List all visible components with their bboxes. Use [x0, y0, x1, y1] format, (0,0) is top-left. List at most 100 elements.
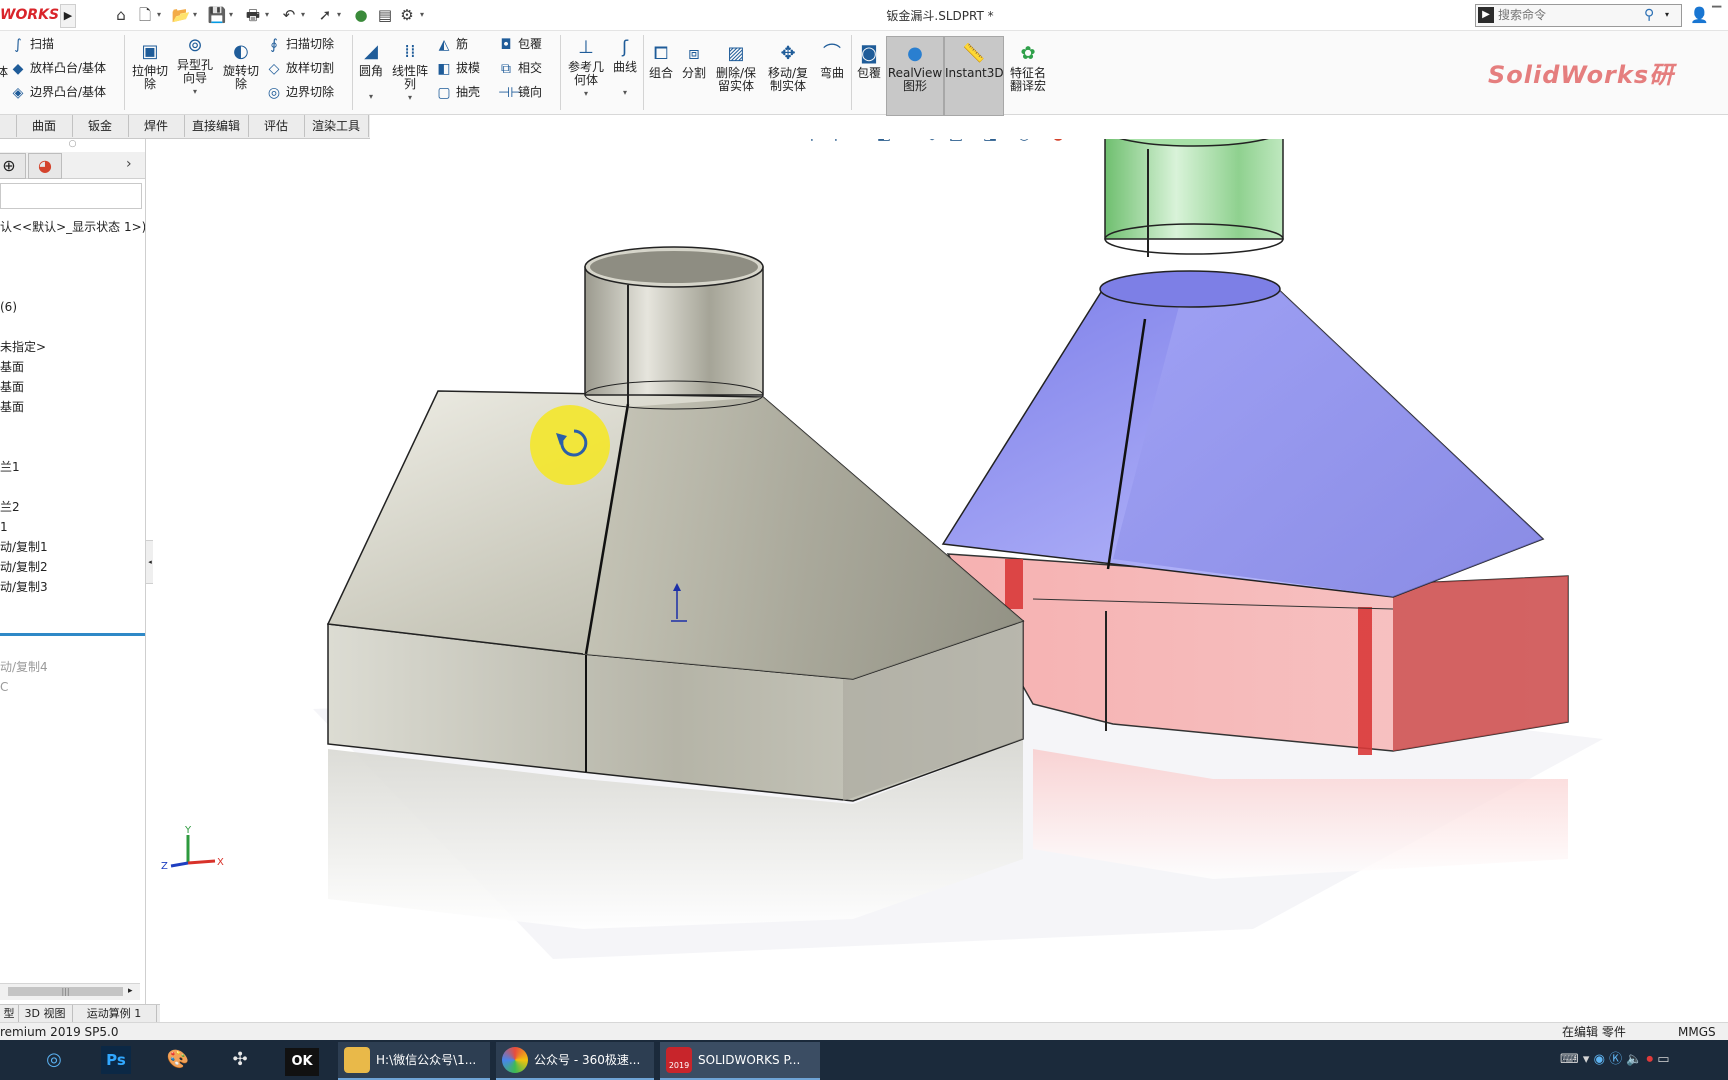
view-orientation-icon[interactable]: ⇡	[777, 139, 799, 145]
new-document-icon[interactable]: 🗋	[134, 5, 156, 25]
display-state-item[interactable]: 认<<默认>_显示状态 1>)	[0, 217, 145, 237]
tab-motion-study[interactable]: 运动算例 1	[72, 1005, 157, 1023]
panel-grip[interactable]: ○	[0, 139, 145, 151]
new-dropdown-icon[interactable]: ▾	[157, 8, 165, 22]
shell-button[interactable]: ▢ 抽壳	[436, 81, 480, 103]
edit-appearance-icon[interactable]: ◕	[1047, 139, 1069, 145]
volume-tray-icon[interactable]: 🔈	[1626, 1052, 1642, 1067]
undo-icon[interactable]: ↶	[278, 5, 300, 25]
boundary-boss-button[interactable]: ◈ 边界凸台/基体	[10, 81, 106, 103]
menu-expand-arrow[interactable]: ▶	[60, 4, 76, 28]
zoom-to-fit-icon[interactable]: ⚲	[801, 139, 823, 145]
open-dropdown-icon[interactable]: ▾	[193, 8, 201, 22]
feature-translation-macro-button[interactable]: ✿ 特征名 翻译宏	[1004, 43, 1052, 93]
tab-truncated[interactable]	[0, 115, 17, 137]
scene-dropdown-icon[interactable]: ▾	[1094, 139, 1101, 141]
previous-view-icon[interactable]: ↩	[849, 139, 871, 145]
tab-model[interactable]: 型	[0, 1005, 19, 1023]
tab-evaluate[interactable]: 评估	[248, 115, 305, 137]
app-tray-icon[interactable]: ◉	[1594, 1052, 1605, 1067]
tab-surfaces[interactable]: 曲面	[16, 115, 73, 137]
tree-item-move-copy[interactable]: 动/复制1	[0, 537, 145, 557]
solidworks-window-button[interactable]: 2019 SOLIDWORKS P...	[660, 1042, 820, 1080]
photoshop-taskbar-icon[interactable]: Ps	[94, 1042, 138, 1078]
sweep-button[interactable]: ∫ 扫描	[10, 33, 54, 55]
fan-taskbar-icon[interactable]: ✣	[218, 1042, 262, 1078]
steel-funnel-body[interactable]	[326, 246, 1025, 929]
rollback-bar[interactable]	[0, 633, 145, 636]
view-settings-monitor-icon[interactable]: 🖵	[1107, 139, 1129, 145]
pattern-dropdown-icon[interactable]: ▾	[388, 91, 432, 104]
browser-window-button[interactable]: 公众号 - 360极速...	[496, 1042, 654, 1080]
tree-item-move-copy[interactable]: 动/复制2	[0, 557, 145, 577]
reference-geometry-button[interactable]: ⊥ 参考几 何体 ▾	[564, 37, 608, 100]
rib-button[interactable]: ◭ 筋	[436, 33, 468, 55]
scroll-thumb[interactable]: |||	[8, 987, 123, 996]
options-gear-icon[interactable]: ⚙	[396, 5, 418, 25]
fillet-button[interactable]: ◢ 圆角 ▾	[356, 41, 386, 103]
tab-3d-views[interactable]: 3D 视图	[18, 1005, 73, 1023]
search-dropdown-icon[interactable]: ▾	[1665, 7, 1677, 23]
tab-sheet-metal[interactable]: 钣金	[72, 115, 129, 137]
user-icon[interactable]: 👤	[1690, 6, 1709, 24]
tree-item-move-copy[interactable]: 动/复制3	[0, 577, 145, 597]
flex-button[interactable]: ⌒ 弯曲	[815, 43, 849, 80]
undo-dropdown-icon[interactable]: ▾	[301, 8, 309, 22]
graphics-area[interactable]: Y X Z ⇡ ⚲ ⚲ ↩ ◧ ✎ ⬡ ◩ ▾ ◨ ▾ ◉ ▾ ◕ ⛰ ▾ 🖵 …	[153, 139, 1728, 1003]
dynamic-annotation-icon[interactable]: ✎	[897, 139, 919, 145]
network-tray-icon[interactable]: ▾	[1583, 1052, 1590, 1067]
boundary-cut-button[interactable]: ◎ 边界切除	[266, 81, 334, 103]
browser-taskbar-icon[interactable]: ◎	[32, 1042, 76, 1078]
display-style-dropdown-icon[interactable]: ▾	[968, 139, 975, 141]
zoom-to-area-icon[interactable]: ⚲	[825, 139, 847, 145]
traffic-light-icon[interactable]: ●	[350, 5, 372, 25]
apply-scene-icon[interactable]: ⛰	[1071, 139, 1093, 145]
visibility-eye-icon[interactable]: ◉	[1013, 139, 1035, 145]
extruded-cut-button[interactable]: ▣ 拉伸切 除	[128, 41, 172, 91]
fillet-dropdown-icon[interactable]: ▾	[356, 90, 386, 103]
section-view-icon[interactable]: ◧	[873, 139, 895, 145]
realview-toggle[interactable]: ● RealView 图形	[886, 36, 944, 116]
display-manager-tab-icon[interactable]: ◕	[28, 153, 62, 179]
tree-filter-field[interactable]	[0, 183, 142, 209]
tree-item[interactable]: 未指定>	[0, 337, 145, 357]
view-orientation-cube-icon[interactable]: ⬡	[921, 139, 943, 145]
keyboard-tray-icon[interactable]: ⌨	[1560, 1052, 1579, 1067]
ok-taskbar-icon[interactable]: OK	[280, 1042, 324, 1078]
loft-boss-button[interactable]: ◆ 放样凸台/基体	[10, 57, 106, 79]
mirror-button[interactable]: ⊣⊢镜向	[498, 81, 542, 103]
hole-wizard-dropdown-icon[interactable]: ▾	[172, 85, 218, 98]
select-dropdown-icon[interactable]: ▾	[337, 8, 345, 22]
options-dropdown-icon[interactable]: ▾	[420, 8, 428, 22]
magnifier-icon[interactable]: ⚲	[1644, 6, 1662, 24]
tree-item[interactable]: (6)	[0, 297, 145, 317]
print-dropdown-icon[interactable]: ▾	[265, 8, 273, 22]
draft-button[interactable]: ◧ 拔模	[436, 57, 480, 79]
wrap-small-button[interactable]: ◘ 包覆	[498, 33, 542, 55]
file-properties-icon[interactable]: ▤	[374, 5, 396, 25]
window-minimize-icon[interactable]: ▔	[1712, 6, 1728, 24]
tree-item-plane[interactable]: 基面	[0, 377, 145, 397]
open-folder-icon[interactable]: 📂	[170, 5, 192, 25]
explorer-window-button[interactable]: H:\微信公众号\1...	[338, 1042, 490, 1080]
hole-wizard-button[interactable]: ⊚ 异型孔 向导 ▾	[172, 35, 218, 98]
revolved-cut-button[interactable]: ◐ 旋转切 除	[218, 41, 264, 91]
tab-direct-editing[interactable]: 直接编辑	[184, 115, 249, 137]
view-settings-dropdown-icon[interactable]: ▾	[1130, 139, 1137, 141]
panel-horizontal-scrollbar[interactable]: ||| ▸	[0, 983, 140, 1000]
move-copy-body-button[interactable]: ✥ 移动/复 制实体	[763, 43, 813, 93]
tree-item-plane[interactable]: 基面	[0, 357, 145, 377]
swept-cut-button[interactable]: ∮ 扫描切除	[266, 33, 334, 55]
split-button[interactable]: ⧈ 分割	[679, 43, 709, 80]
viewport-window-controls[interactable]: ◫ ▢	[1690, 139, 1728, 140]
lofted-cut-button[interactable]: ◇ 放样切割	[266, 57, 334, 79]
wrap-button[interactable]: ◙ 包覆	[853, 43, 885, 80]
tree-item-plane[interactable]: 基面	[0, 397, 145, 417]
paint-taskbar-icon[interactable]: 🎨	[156, 1042, 200, 1078]
display-style-icon[interactable]: ◩	[945, 139, 967, 145]
print-icon[interactable]: 🖶	[242, 5, 264, 25]
tab-render-tools[interactable]: 渲染工具	[304, 115, 369, 137]
hide-show-items-icon[interactable]: ◨	[979, 139, 1001, 145]
home-icon[interactable]: ⌂	[110, 5, 132, 25]
unit-system-button[interactable]: MMGS	[1678, 1023, 1726, 1041]
